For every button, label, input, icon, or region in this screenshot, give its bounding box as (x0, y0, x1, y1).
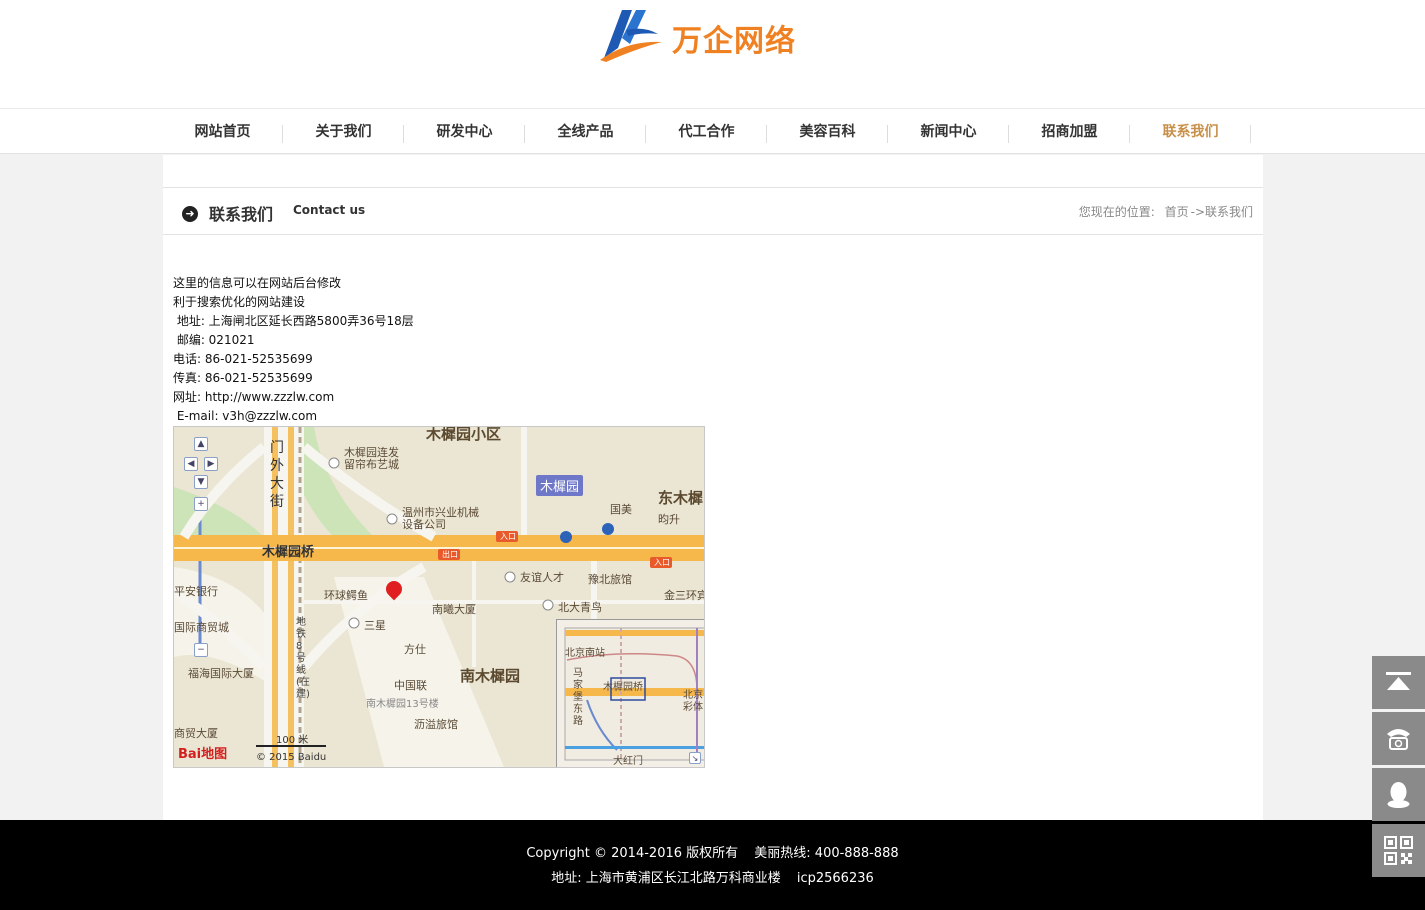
map-poi: 环球鳄鱼 (324, 589, 368, 602)
overview-label: 木樨园桥 (603, 682, 643, 693)
breadcrumb-current: ->联系我们 (1190, 205, 1253, 219)
info-line: 利于搜索优化的网站建设 (173, 295, 306, 309)
phone-icon (1387, 729, 1410, 750)
map-label-south: 南木樨园 (460, 667, 521, 685)
qq-button[interactable] (1372, 768, 1425, 821)
map-station-label: 木樨园 (536, 475, 584, 496)
page-title: 联系我们 (209, 205, 274, 224)
site-header: 万企网络 (0, 0, 1425, 108)
overview-label: 马家堡东路 (573, 668, 583, 727)
pan-right-icon[interactable]: ▶ (204, 457, 218, 471)
map-label-bridge: 木樨园桥 (262, 545, 315, 560)
breadcrumb: 您现在的位置: 首页 ->联系我们 (1073, 203, 1253, 220)
back-to-top-button[interactable] (1372, 656, 1425, 709)
phone-button[interactable] (1372, 712, 1425, 765)
breadcrumb-prefix: 您现在的位置: (1078, 205, 1155, 219)
main-content: ➜ 联系我们 Contact us 您现在的位置: 首页 ->联系我们 这里的信息… (163, 155, 1263, 820)
footer-hotline: 美丽热线: 400-888-888 (754, 846, 899, 861)
arrow-right-icon: ➜ (182, 206, 198, 222)
map-poi: 豫北旅馆 (588, 573, 632, 586)
map-label-street: 街 (270, 494, 284, 510)
map-scale-bar (256, 745, 326, 747)
nav-list: 网站首页 关于我们 研发中心 全线产品 代工合作 美容百科 新闻中心 招商加盟 … (162, 109, 1251, 155)
nav-item-contact[interactable]: 联系我们 (1130, 109, 1251, 155)
map-label-street: 外 (270, 458, 284, 474)
address-line: 地址: 上海闸北区延长西路5800弄36号18层 (173, 314, 414, 328)
map-entry-label: 入口 (654, 558, 670, 567)
map-poi: 金三环宾 (664, 589, 705, 602)
map-poi: 方仕 (404, 643, 426, 656)
back-to-top-icon (1386, 672, 1411, 690)
info-line: 这里的信息可以在网站后台修改 (173, 276, 342, 290)
logo-mark-icon (600, 10, 662, 62)
nav-item-oem[interactable]: 代工合作 (646, 109, 767, 155)
map-poi: 南木樨园13号楼 (366, 699, 439, 710)
brand-name: 万企网络 (672, 24, 796, 59)
map-poi: 商贸大厦 (174, 727, 218, 740)
baidu-logo[interactable]: Bai地图 (178, 743, 227, 762)
overview-label: 北京南站 (565, 648, 605, 659)
nav-item-beauty-wiki[interactable]: 美容百科 (767, 109, 888, 155)
footer-address: 地址: 上海市黄浦区长江北路万科商业楼 (551, 871, 781, 886)
phone-line: 电话: 86-021-52535699 (173, 352, 313, 366)
zoom-in-icon[interactable]: + (194, 497, 208, 511)
breadcrumb-home-link[interactable]: 首页 (1165, 205, 1189, 219)
qq-icon (1387, 782, 1410, 808)
pan-down-icon[interactable]: ▼ (194, 475, 208, 489)
baidu-map[interactable]: 木樨园小区 东木樨 南木樨园 木樨园桥 木樨园 门 外 大 街 温州市兴业机械设… (173, 426, 705, 768)
main-nav: 网站首页 关于我们 研发中心 全线产品 代工合作 美容百科 新闻中心 招商加盟 … (0, 108, 1425, 154)
map-label-street: 大 (270, 476, 284, 492)
map-overview[interactable]: 北京南站 木樨园桥 马家堡东路 大红门 北京彩体 ↘ (556, 619, 704, 767)
map-copyright: © 2015 Baidu (256, 752, 327, 763)
email-line[interactable]: E-mail: v3h@zzzlw.com (173, 407, 414, 426)
map-poi: 国美 (610, 503, 632, 516)
map-scale-text: 100 米 (276, 735, 309, 746)
footer-line: 地址: 上海市黄浦区长江北路万科商业楼 icp2566236 (0, 867, 1425, 886)
site-logo[interactable]: 万企网络 (598, 4, 798, 62)
map-poi: 三星 (364, 619, 386, 632)
zoom-out-icon[interactable]: − (194, 643, 208, 657)
map-poi: 昀升 (658, 513, 680, 526)
map-poi: 平安银行 (174, 585, 218, 598)
map-exit-label: 出口 (442, 550, 458, 559)
nav-item-products[interactable]: 全线产品 (525, 109, 646, 155)
website-line[interactable]: 网址: http://www.zzzlw.com (173, 388, 414, 407)
footer-copyright: Copyright © 2014-2016 版权所有 (526, 846, 739, 861)
map-entry-label: 入口 (500, 532, 516, 541)
nav-item-about[interactable]: 关于我们 (283, 109, 404, 155)
section-title-bar: ➜ 联系我们 Contact us 您现在的位置: 首页 ->联系我们 (163, 187, 1263, 235)
map-label-area-north: 木樨园小区 (426, 426, 502, 443)
pan-left-icon[interactable]: ◀ (184, 457, 198, 471)
map-poi: 南曦大厦 (432, 603, 476, 616)
map-poi: 国际商贸城 (174, 621, 229, 634)
map-label-street: 门 (270, 440, 284, 456)
map-poi: 北大青鸟 (558, 601, 602, 614)
pan-up-icon[interactable]: ▲ (194, 437, 208, 451)
nav-item-news[interactable]: 新闻中心 (888, 109, 1009, 155)
map-poi: 木樨园连发留帘布艺城 (344, 446, 399, 471)
fax-line: 传真: 86-021-52535699 (173, 371, 313, 385)
site-footer: Copyright © 2014-2016 版权所有 美丽热线: 400-888… (0, 820, 1425, 910)
contact-info: 这里的信息可以在网站后台修改 利于搜索优化的网站建设 地址: 上海闸北区延长西路… (173, 274, 414, 426)
map-poi: 中国联 (394, 679, 427, 692)
map-poi: 温州市兴业机械设备公司 (402, 506, 479, 531)
map-poi: 沥溢旅馆 (414, 718, 458, 731)
map-poi: 友谊人才 (520, 571, 564, 584)
map-subway-label: 地铁8号线(在建) (296, 617, 310, 700)
nav-item-rnd[interactable]: 研发中心 (404, 109, 525, 155)
footer-icp[interactable]: icp2566236 (797, 871, 874, 886)
page-title-en: Contact us (293, 203, 366, 217)
map-label-east: 东木樨 (658, 489, 704, 507)
qr-code-icon (1384, 836, 1413, 865)
map-poi: 福海国际大厦 (188, 667, 254, 680)
overview-label: 北京彩体 (683, 690, 703, 713)
collapse-overview-icon[interactable]: ↘ (689, 752, 701, 764)
side-toolbar (1372, 656, 1425, 880)
qr-code-button[interactable] (1372, 824, 1425, 877)
nav-item-franchise[interactable]: 招商加盟 (1009, 109, 1130, 155)
footer-line: Copyright © 2014-2016 版权所有 美丽热线: 400-888… (0, 842, 1425, 861)
postcode-line: 邮编: 021021 (173, 333, 255, 347)
overview-label: 大红门 (613, 756, 643, 767)
nav-item-home[interactable]: 网站首页 (162, 109, 283, 155)
